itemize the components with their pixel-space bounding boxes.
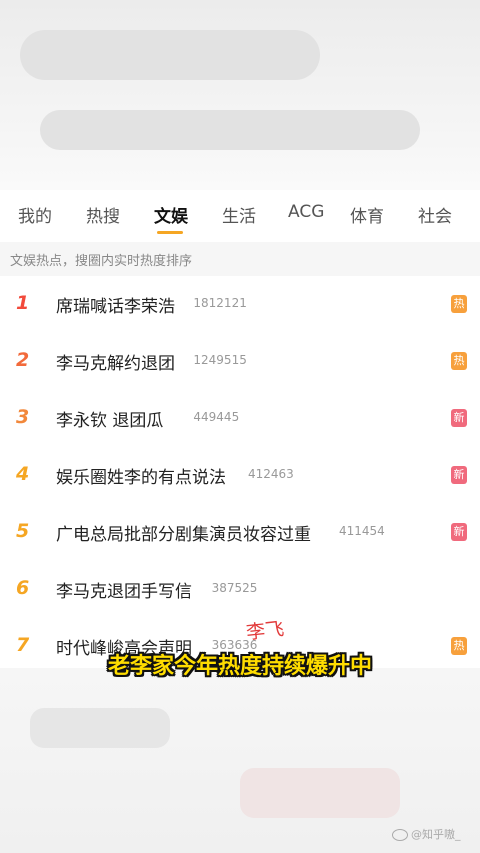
hot-search-panel: 我的 热搜 文娱 生活 ACG 体育 社会 文娱热点，搜圈内实时热度排序 1 席瑞… — [0, 190, 480, 668]
blurred-background-top — [0, 0, 480, 190]
video-caption: 老李家今年热度持续爆升中 — [107, 654, 372, 679]
tab-acg[interactable]: ACG — [288, 202, 324, 222]
list-subheader: 文娱热点，搜圈内实时热度排序 — [0, 242, 480, 276]
heat-count: 1812121 — [193, 296, 247, 310]
subheader-text: 文娱热点，搜圈内实时热度排序 — [10, 254, 193, 269]
tab-mine[interactable]: 我的 — [18, 202, 52, 227]
hot-list-item[interactable]: 2 李马克解约退团 1249515 热 — [0, 335, 480, 391]
new-badge: 新 — [451, 523, 467, 541]
new-badge: 新 — [451, 466, 467, 484]
heat-count: 411454 — [339, 524, 385, 538]
rank-number: 5 — [16, 520, 30, 542]
handwritten-annotation: 李飞 — [245, 618, 286, 644]
tab-life[interactable]: 生活 — [222, 202, 256, 227]
tab-hot-search[interactable]: 热搜 — [86, 202, 120, 227]
hot-badge: 热 — [451, 295, 467, 313]
item-title[interactable]: 李永钦 退团瓜 — [56, 406, 163, 431]
weibo-logo-icon — [392, 829, 408, 841]
heat-count: 387525 — [211, 581, 258, 595]
hot-list-item[interactable]: 3 李永钦 退团瓜 449445 新 — [0, 392, 480, 448]
item-title[interactable]: 李马克退团手写信 — [56, 577, 192, 602]
rank-number: 1 — [16, 292, 30, 314]
rank-number: 6 — [16, 577, 30, 599]
active-tab-indicator — [157, 231, 183, 234]
tab-entertainment[interactable]: 文娱 — [154, 202, 188, 227]
heat-count: 449445 — [193, 410, 240, 424]
item-title[interactable]: 李马克解约退团 — [56, 349, 175, 374]
item-title[interactable]: 席瑞喊话李荣浩 — [56, 292, 175, 317]
rank-number: 4 — [16, 463, 30, 485]
rank-number: 2 — [16, 349, 30, 371]
rank-number: 3 — [16, 406, 30, 428]
hot-list-item[interactable]: 4 娱乐圈姓李的有点说法 412463 新 — [0, 449, 480, 505]
hot-badge: 热 — [451, 352, 467, 370]
hot-list-item[interactable]: 6 李马克退团手写信 387525 — [0, 563, 480, 619]
watermark-text: @知乎嗷_ — [411, 828, 461, 841]
tab-sports[interactable]: 体育 — [350, 202, 384, 227]
heat-count: 1249515 — [193, 353, 247, 367]
heat-count: 412463 — [248, 467, 294, 481]
category-tabs: 我的 热搜 文娱 生活 ACG 体育 社会 — [0, 190, 480, 238]
hot-list-item[interactable]: 1 席瑞喊话李荣浩 1812121 热 — [0, 278, 480, 334]
item-title[interactable]: 娱乐圈姓李的有点说法 — [56, 463, 226, 488]
watermark: @知乎嗷_ — [392, 826, 461, 842]
item-title[interactable]: 广电总局批部分剧集演员妆容过重 — [56, 520, 311, 545]
tab-society[interactable]: 社会 — [418, 202, 452, 227]
hot-list-item[interactable]: 5 广电总局批部分剧集演员妆容过重 411454 新 — [0, 506, 480, 562]
new-badge: 新 — [451, 409, 467, 427]
